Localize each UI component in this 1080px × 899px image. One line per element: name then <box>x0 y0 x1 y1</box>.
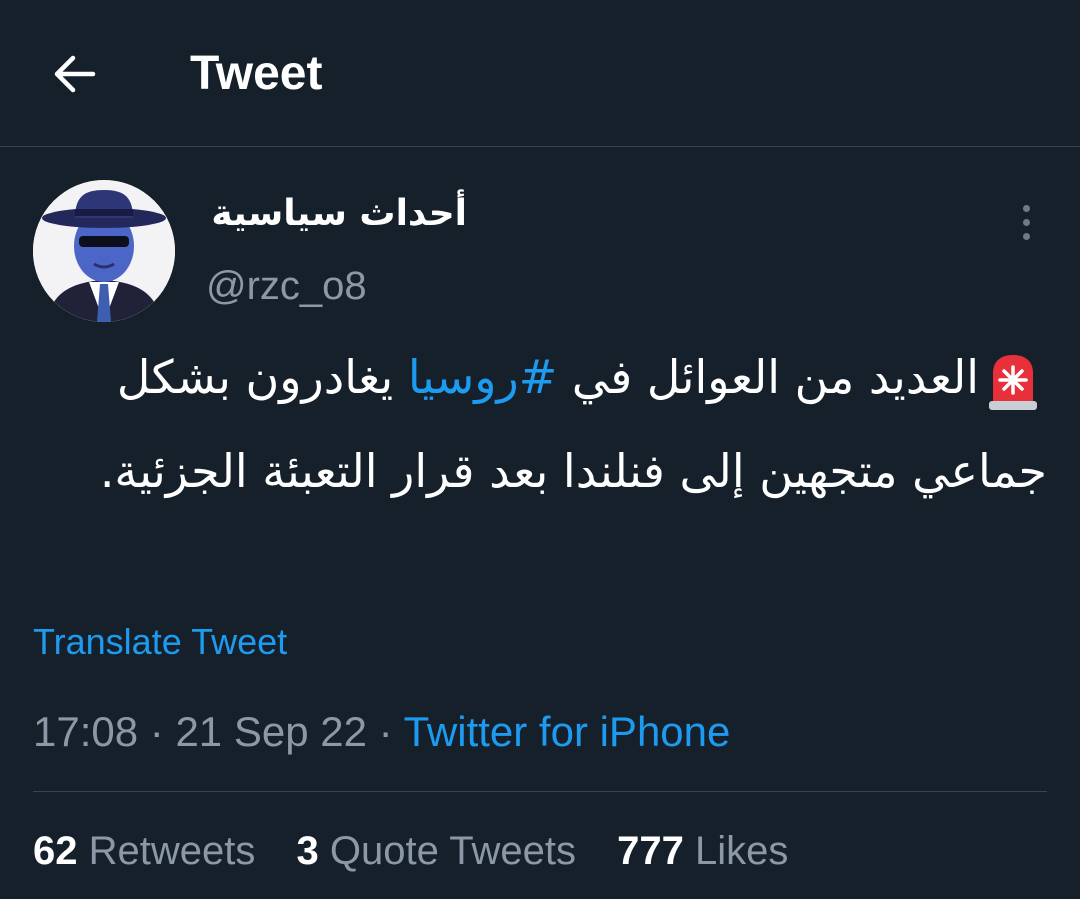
tweet-time[interactable]: 17:08 <box>33 708 138 755</box>
quote-tweets-count: 3 <box>296 829 319 873</box>
tweet-body: العديد من العوائل في #روسيا يغادرون بشكل… <box>33 330 1047 518</box>
police-siren-icon <box>989 354 1037 410</box>
quote-tweets-label: Quote Tweets <box>329 829 576 873</box>
author-display-name[interactable]: أحداث سياسية <box>205 190 467 238</box>
more-vertical-icon-dot <box>1022 218 1030 226</box>
more-options-button[interactable] <box>1006 200 1046 244</box>
more-vertical-icon-dot <box>1022 232 1030 240</box>
divider <box>33 791 1047 792</box>
tweet-source-link[interactable]: Twitter for iPhone <box>404 708 731 755</box>
likes-stat[interactable]: 777 Likes <box>617 826 788 876</box>
quote-tweets-stat[interactable]: 3 Quote Tweets <box>297 826 576 876</box>
tweet-date[interactable]: 21 Sep 22 <box>175 708 367 755</box>
arrow-left-icon <box>54 55 96 93</box>
meta-separator: · <box>149 708 164 755</box>
page-title: Tweet <box>190 47 323 100</box>
meta-separator: · <box>378 708 393 755</box>
avatar-spy-hat-icon <box>33 180 175 322</box>
back-button[interactable] <box>44 46 104 102</box>
translate-tweet-link[interactable]: Translate Tweet <box>33 620 287 664</box>
avatar[interactable] <box>33 180 175 322</box>
tweet-text-part1: العديد من العوائل في <box>557 350 979 404</box>
hashtag-link[interactable]: #روسيا <box>408 350 557 404</box>
retweets-stat[interactable]: 62 Retweets <box>33 826 255 876</box>
tweet-stats: 62 Retweets 3 Quote Tweets 777 Likes <box>33 826 818 876</box>
tweet-meta: 17:08 · 21 Sep 22 · Twitter for iPhone <box>33 706 730 758</box>
author-handle[interactable]: @rzc_o8 <box>206 262 367 310</box>
more-vertical-icon <box>1022 204 1030 212</box>
top-bar: Tweet <box>0 0 1080 147</box>
likes-label: Likes <box>694 829 789 873</box>
likes-count: 777 <box>617 829 684 873</box>
retweets-count: 62 <box>33 829 78 873</box>
retweets-label: Retweets <box>88 829 256 873</box>
